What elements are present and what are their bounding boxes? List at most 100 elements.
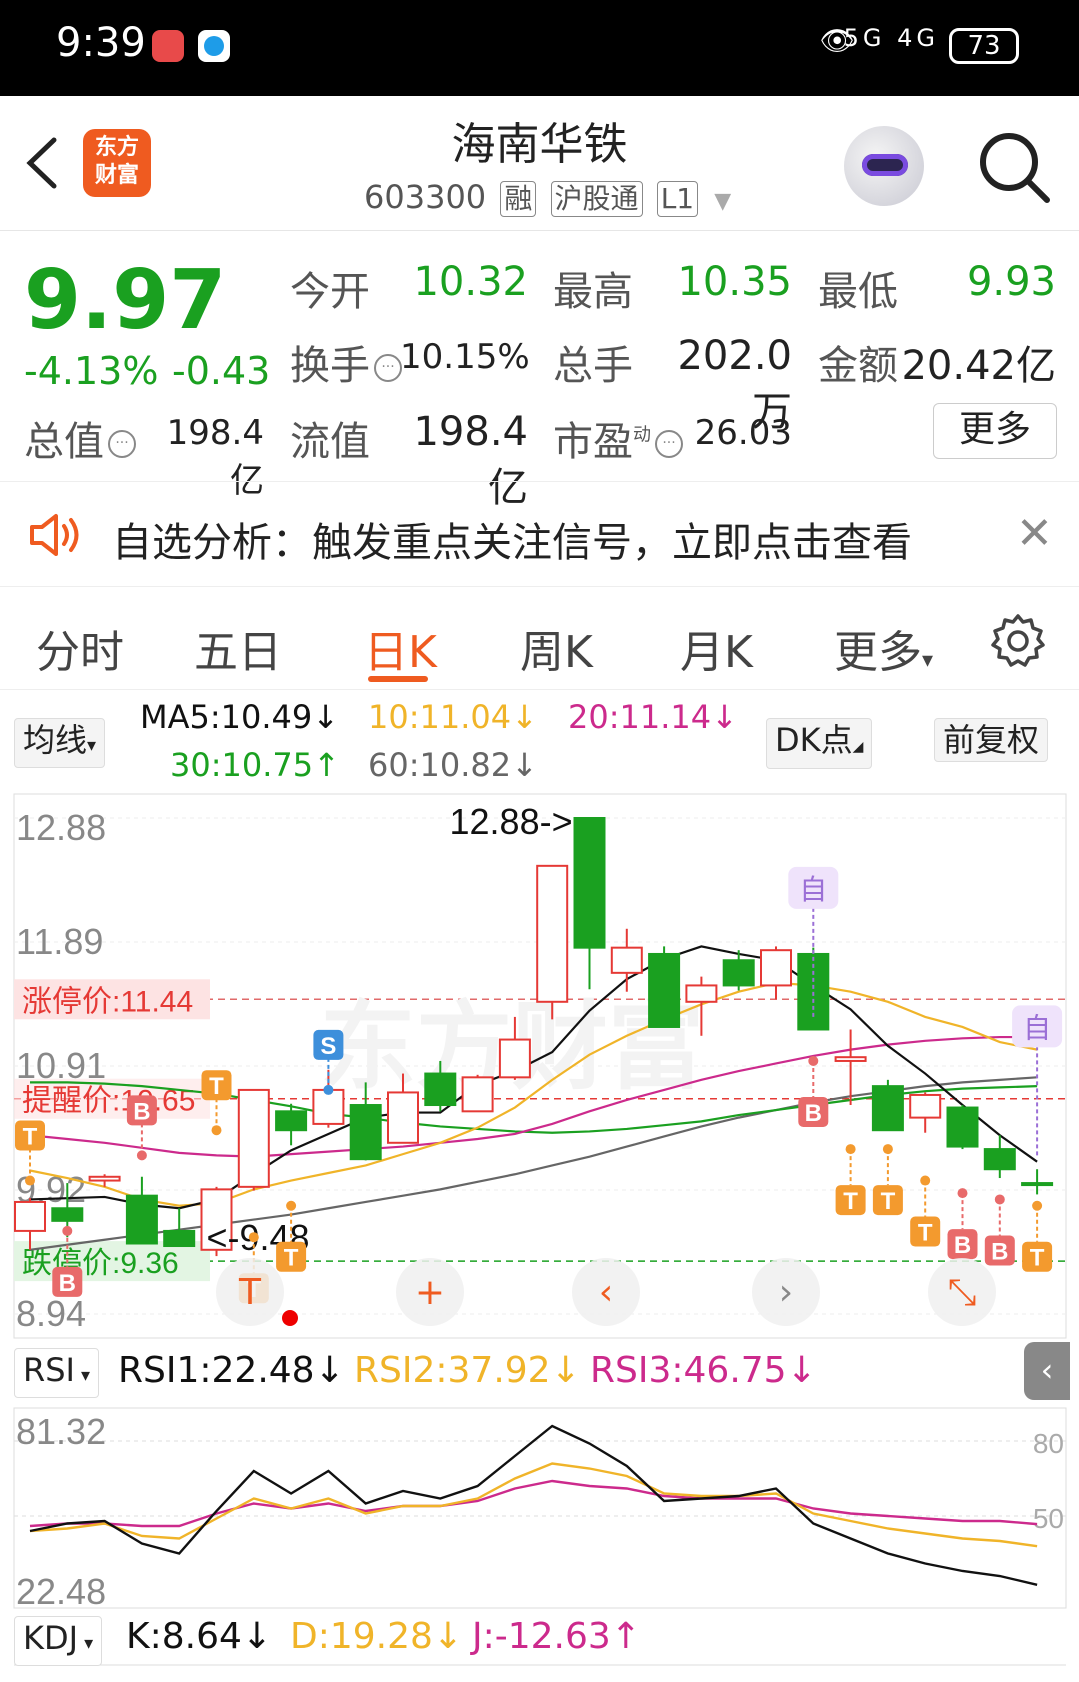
signal-letter: T bbox=[881, 1188, 896, 1215]
caret-down-icon: ▾ bbox=[80, 1365, 91, 1386]
signal-dot bbox=[62, 1225, 73, 1236]
rsi-right-80: 80 bbox=[1033, 1428, 1064, 1459]
kdj-selector-label: KDJ bbox=[23, 1619, 79, 1657]
candle-body bbox=[275, 1110, 308, 1132]
self-marker-label: 自 bbox=[799, 873, 827, 906]
active-tab-indicator bbox=[368, 676, 428, 682]
info-icon[interactable]: ··· bbox=[655, 430, 683, 458]
close-icon[interactable]: ✕ bbox=[1016, 508, 1053, 559]
rsi2-value: RSI2:37.92↓ bbox=[354, 1350, 581, 1391]
ma-selector[interactable]: 均线▾ bbox=[14, 718, 106, 768]
ma30-value: 30:10.75↑ bbox=[170, 746, 340, 784]
signal-dot bbox=[248, 1232, 259, 1243]
notification-app-icon bbox=[152, 30, 184, 62]
prev-control-glyph: ‹ bbox=[599, 1272, 613, 1313]
signal-letter: B bbox=[805, 1100, 822, 1127]
candle-body bbox=[14, 1200, 46, 1232]
ma10-value: 10:11.04↓ bbox=[368, 698, 538, 736]
signal-letter: S bbox=[320, 1033, 336, 1060]
tab-more[interactable]: 更多▾ bbox=[834, 616, 933, 680]
tab-intraday[interactable]: 分时 bbox=[36, 616, 124, 680]
kdj-selector[interactable]: KDJ ▾ bbox=[14, 1616, 103, 1666]
mktcap-label-text: 总值 bbox=[24, 419, 104, 465]
status-time: 9:39 bbox=[56, 20, 146, 66]
max-price-annotation: 12.88-> bbox=[450, 801, 573, 842]
rsi-selector-label: RSI bbox=[23, 1351, 75, 1389]
rsi-frame bbox=[13, 1407, 1067, 1609]
y-axis-label: 11.89 bbox=[16, 921, 103, 962]
signal-dot bbox=[994, 1194, 1005, 1205]
signal-letter: T bbox=[284, 1245, 299, 1272]
caret-down-icon: ▾ bbox=[87, 735, 97, 756]
pe-sup: 动 bbox=[633, 424, 651, 446]
stock-code-row[interactable]: 603300 融 沪股通 L1 ▼ bbox=[364, 178, 731, 217]
amount-label: 金额 bbox=[818, 343, 898, 389]
collapse-panel-icon[interactable]: ‹ bbox=[1024, 1342, 1070, 1400]
signal-dot bbox=[845, 1144, 856, 1155]
ma60-value: 60:10.82↓ bbox=[368, 746, 538, 784]
candle-body bbox=[1021, 1182, 1054, 1187]
gear-icon[interactable] bbox=[990, 612, 1046, 668]
open-value: 10.32 bbox=[413, 259, 528, 305]
battery-icon: 73 bbox=[949, 28, 1019, 64]
y-axis-label: 12.88 bbox=[16, 807, 106, 848]
candle-body bbox=[610, 946, 643, 974]
kdj-j-value: J:-12.63↑ bbox=[472, 1616, 641, 1657]
caret-down-icon: ▾ bbox=[922, 648, 934, 673]
candle-body bbox=[387, 1091, 419, 1144]
info-icon[interactable]: ··· bbox=[108, 430, 136, 458]
tab-weekly-k[interactable]: 周K bbox=[520, 616, 593, 680]
search-icon[interactable] bbox=[975, 128, 1055, 208]
kdj-k-value: K:8.64↓ bbox=[126, 1616, 273, 1657]
mktcap-label: 总值 ··· bbox=[24, 409, 140, 467]
candle-body bbox=[983, 1148, 1016, 1171]
rsi3-value: RSI3:46.75↓ bbox=[590, 1350, 817, 1391]
turnover-label-text: 换手 bbox=[290, 343, 370, 389]
candle-body bbox=[760, 949, 792, 987]
plus-control-glyph: + bbox=[415, 1272, 445, 1313]
candle-body bbox=[573, 817, 606, 949]
signal-letter: B bbox=[954, 1232, 971, 1259]
candle-body bbox=[834, 1056, 867, 1062]
limit-down-line-label: 跌停价:9.36 bbox=[22, 1247, 179, 1280]
info-icon[interactable]: ··· bbox=[374, 354, 402, 382]
ma-selector-label: 均线 bbox=[23, 721, 88, 759]
rsi-selector[interactable]: RSI ▾ bbox=[14, 1348, 100, 1398]
signal-dot bbox=[920, 1175, 931, 1186]
period-tabs: 分时 五日 日K 周K 月K 更多▾ bbox=[0, 588, 1079, 690]
tab-more-label: 更多 bbox=[834, 627, 922, 678]
chart-svg[interactable]: 12.8811.8910.919.928.94涨停价:11.44提醒价:10.6… bbox=[0, 790, 1079, 1678]
turnover-value: 10.15% bbox=[400, 337, 530, 377]
candle-body bbox=[312, 1088, 345, 1125]
candle-body bbox=[237, 1088, 270, 1188]
notification-browser-icon bbox=[198, 30, 230, 62]
candle-body bbox=[685, 984, 718, 1003]
more-button[interactable]: 更多 bbox=[933, 403, 1057, 459]
assistant-robot-icon[interactable] bbox=[844, 126, 924, 206]
adjust-button[interactable]: 前复权 bbox=[934, 718, 1049, 762]
signal-dot bbox=[323, 1084, 334, 1095]
status-bar: 9:39 👁 5G 4G 73 bbox=[0, 0, 1079, 96]
tab-daily-k[interactable]: 日K bbox=[364, 616, 437, 680]
float-label: 流值 bbox=[290, 419, 370, 465]
signal-dot bbox=[286, 1200, 297, 1211]
tab-monthly-k[interactable]: 月K bbox=[680, 616, 753, 680]
tag-margin: 融 bbox=[500, 181, 537, 217]
limit-up-line-label: 涨停价:11.44 bbox=[22, 985, 193, 1018]
dk-point-button[interactable]: DK点◢ bbox=[766, 718, 873, 769]
candle-body bbox=[946, 1106, 979, 1148]
pe-label: 市盈动 ··· bbox=[553, 409, 687, 467]
y-axis-label: 8.94 bbox=[16, 1293, 86, 1334]
pe-value: 26.03 bbox=[694, 413, 792, 453]
high-label: 最高 bbox=[553, 269, 633, 315]
signal-dot bbox=[808, 1055, 819, 1066]
signal-letter: T bbox=[23, 1124, 38, 1151]
signal-dot bbox=[1032, 1200, 1043, 1211]
candle-body bbox=[88, 1175, 121, 1182]
tab-five-day[interactable]: 五日 bbox=[194, 616, 282, 680]
dk-point-label: DK点 bbox=[775, 721, 853, 759]
stock-code: 603300 bbox=[364, 178, 487, 216]
current-position-dot bbox=[282, 1310, 298, 1326]
candle-body bbox=[461, 1076, 494, 1113]
notice-bar[interactable]: 自选分析：触发重点关注信号，立即点击查看 ✕ bbox=[0, 481, 1079, 587]
